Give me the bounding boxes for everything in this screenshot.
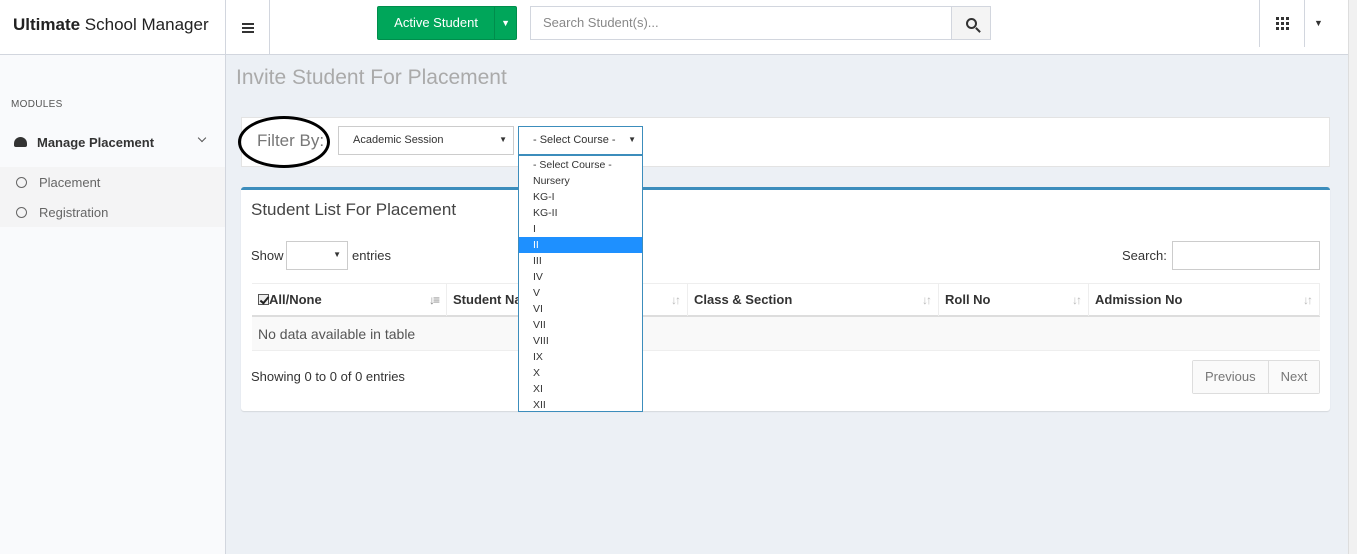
circle-icon [16,176,27,188]
course-option[interactable]: V [519,285,642,301]
course-option[interactable]: X [519,365,642,381]
sidebar-item-label: Placement [39,174,101,190]
table-search-label: Search: [1122,248,1167,263]
hamburger-icon [241,22,254,33]
sort-icon: ↓↑ [922,293,932,307]
column-label: Admission No [1095,292,1183,307]
sidebar-toggle-button[interactable] [226,0,270,55]
circle-icon [16,206,27,218]
sidebar-submenu: Placement Registration [0,167,225,227]
course-option[interactable]: VII [519,317,642,333]
sort-icon: ↓↑ [671,293,681,307]
sidebar: MODULES Manage Placement Placement Regis… [0,55,226,554]
scrollbar[interactable] [1348,0,1357,554]
sidebar-item-label: Registration [39,204,109,220]
course-value: - Select Course - [533,134,616,146]
column-header-admission-no[interactable]: Admission No ↓↑ [1089,284,1320,316]
course-option[interactable]: IV [519,269,642,285]
column-label: Roll No [945,292,991,307]
search-icon [965,17,977,29]
column-label: All/None [269,292,322,307]
app-title-bold: Ultimate [13,15,81,34]
grid-icon [1275,17,1289,30]
chevron-down-icon [197,133,207,143]
app-logo[interactable]: Ultimate School Manager [0,0,226,55]
course-option[interactable]: II [519,237,642,253]
course-option[interactable]: I [519,221,642,237]
entries-length-select[interactable]: ▼ [286,241,348,270]
user-menu-caret-icon[interactable]: ▼ [1314,18,1323,28]
sidebar-section-label: MODULES [11,99,63,110]
active-student-button[interactable]: Active Student ▼ [377,6,517,40]
sort-icon: ↓↑ [1303,293,1313,307]
caret-down-icon: ▼ [499,135,507,144]
dashboard-icon [14,137,27,147]
course-option[interactable]: - Select Course - [519,157,642,173]
apps-menu-button[interactable] [1259,0,1305,47]
sidebar-menu-label: Manage Placement [37,134,155,150]
academic-session-select[interactable]: Academic Session ▼ [338,126,514,155]
show-label: Show [251,248,284,263]
top-navbar: Ultimate School Manager Active Student ▼… [0,0,1357,55]
course-option[interactable]: III [519,253,642,269]
column-header-all-none[interactable]: All/None ↓≡ [252,284,447,316]
entries-label: entries [352,248,392,263]
table-empty-row: No data available in table [252,317,1320,351]
table-header: All/None ↓≡ Student Name ↓↑ Class & Sect… [252,283,1320,317]
course-option[interactable]: XII [519,397,642,413]
student-search-input[interactable]: Search Student(s)... [530,6,952,40]
table-info: Showing 0 to 0 of 0 entries [251,369,405,384]
sidebar-item-placement[interactable]: Placement [0,167,225,197]
column-header-class-section[interactable]: Class & Section ↓↑ [688,284,939,316]
course-option[interactable]: VIII [519,333,642,349]
column-label: Class & Section [694,292,793,307]
sort-icon: ↓≡ [428,293,440,307]
caret-down-icon: ▼ [628,135,636,144]
active-student-label: Active Student [394,15,478,30]
course-select[interactable]: - Select Course - ▼ [518,126,643,155]
session-value: Academic Session [353,134,444,146]
course-option[interactable]: IX [519,349,642,365]
caret-down-icon: ▼ [333,250,341,259]
previous-button[interactable]: Previous [1193,361,1268,393]
select-all-checkbox[interactable] [258,294,269,305]
student-list-title: Student List For Placement [251,200,457,219]
pagination: Previous Next [1192,360,1321,394]
course-option[interactable]: KG-II [519,205,642,221]
app-title-rest: School Manager [80,15,209,34]
next-button[interactable]: Next [1267,361,1320,393]
course-option[interactable]: Nursery [519,173,642,189]
caret-down-icon[interactable]: ▼ [494,7,516,39]
table-search-input[interactable] [1172,241,1320,270]
course-option[interactable]: KG-I [519,189,642,205]
annotation-ellipse [238,116,330,168]
course-dropdown-list: - Select Course - Nursery KG-I KG-II I II III I… [518,155,643,412]
sidebar-menu-manage-placement[interactable]: Manage Placement [0,122,225,162]
column-header-roll-no[interactable]: Roll No ↓↑ [939,284,1089,316]
page-title: Invite Student For Placement [236,66,507,89]
sidebar-item-registration[interactable]: Registration [0,197,225,227]
sort-icon: ↓↑ [1072,293,1082,307]
course-option[interactable]: VI [519,301,642,317]
search-button[interactable] [951,6,991,40]
course-option[interactable]: XI [519,381,642,397]
